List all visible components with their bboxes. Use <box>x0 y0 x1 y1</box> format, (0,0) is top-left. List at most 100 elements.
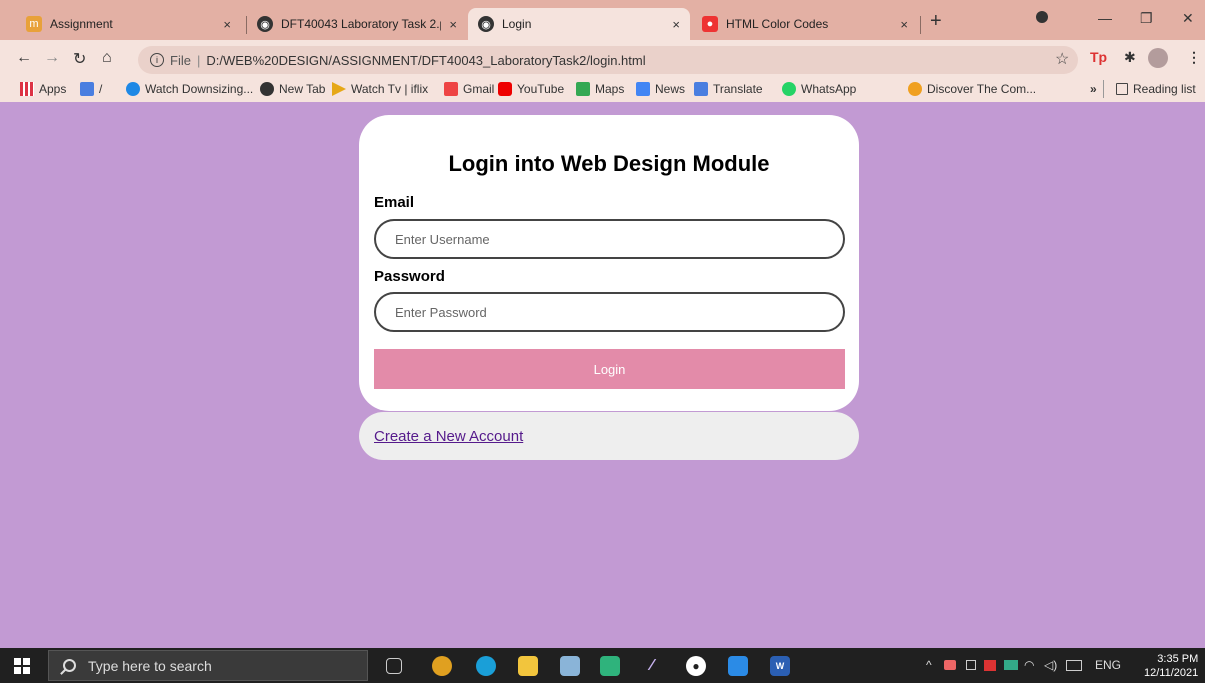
language-indicator[interactable]: ENG <box>1095 658 1121 672</box>
bookmark-label: Maps <box>595 82 625 96</box>
bookmark-watch-downsizing[interactable]: Watch Downsizing... <box>126 82 253 96</box>
clock-date: 12/11/2021 <box>1144 667 1199 679</box>
keyboard-icon[interactable] <box>1066 660 1082 671</box>
bookmark-label: / <box>99 82 103 96</box>
email-field[interactable] <box>374 219 845 259</box>
bookmark-label: Apps <box>39 82 67 96</box>
play-circle-icon <box>126 82 140 96</box>
tab-strip: m Assignment × ◉ DFT40043 Laboratory Tas… <box>0 0 1205 40</box>
windows-start-icon[interactable] <box>14 658 30 674</box>
bookmark-label: News <box>655 82 686 96</box>
play-icon <box>332 82 346 96</box>
close-icon[interactable]: × <box>449 17 457 32</box>
wifi-icon[interactable]: ◠ <box>1024 658 1034 672</box>
back-icon[interactable]: ← <box>16 49 32 67</box>
tab-html-color-codes[interactable]: ● HTML Color Codes × <box>692 8 918 40</box>
device-app-icon[interactable] <box>560 656 580 676</box>
close-icon[interactable]: × <box>672 17 680 32</box>
task-view-icon[interactable] <box>386 658 402 674</box>
bookmarks-overflow-button[interactable]: » <box>1090 82 1097 96</box>
tray-battery-icon[interactable] <box>1004 660 1018 670</box>
system-clock[interactable]: 3:35 PM 12/11/2021 <box>1144 652 1198 680</box>
bookmark-label: Discover The Com... <box>927 82 1037 96</box>
bookmark-translate-slash[interactable]: / <box>80 82 102 96</box>
create-account-link[interactable]: Create a New Account <box>374 428 523 445</box>
create-account-panel: Create a New Account <box>359 412 859 460</box>
password-field[interactable] <box>374 292 845 332</box>
tab-pdf[interactable]: ◉ DFT40043 Laboratory Task 2.pdf × <box>247 8 467 40</box>
bookmark-iflix[interactable]: Watch Tv | iflix <box>332 82 428 96</box>
gmail-icon <box>444 82 458 96</box>
tp-extension-icon[interactable]: Tp <box>1090 49 1107 65</box>
search-icon <box>63 659 76 672</box>
volume-icon[interactable]: ◁) <box>1044 658 1057 672</box>
profile-menu-icon[interactable] <box>1036 11 1048 23</box>
extensions-puzzle-icon[interactable]: ✱ <box>1124 49 1136 66</box>
bookmark-whatsapp[interactable]: WhatsApp <box>782 82 856 96</box>
bookmark-gmail[interactable]: Gmail <box>444 82 494 96</box>
tray-chevron-icon[interactable]: ^ <box>926 658 932 672</box>
discover-icon <box>908 82 922 96</box>
home-icon[interactable]: ⌂ <box>102 49 112 67</box>
tray-meet-icon[interactable] <box>966 660 976 670</box>
password-label: Password <box>374 268 445 285</box>
key-app-icon[interactable] <box>600 656 620 676</box>
file-explorer-icon[interactable] <box>518 656 538 676</box>
bookmark-discover[interactable]: Discover The Com... <box>908 82 1036 96</box>
edge-icon[interactable] <box>476 656 496 676</box>
tab-title: HTML Color Codes <box>726 17 829 31</box>
google-translate-icon <box>80 82 94 96</box>
bookmark-new-tab[interactable]: New Tab <box>260 82 325 96</box>
tab-assignment[interactable]: m Assignment × <box>16 8 241 40</box>
reload-icon[interactable]: ↻ <box>73 49 86 69</box>
html-color-codes-icon: ● <box>702 16 718 32</box>
login-button[interactable]: Login <box>374 349 845 389</box>
kebab-menu-icon[interactable]: ⋮ <box>1187 49 1201 66</box>
bookmarks-bar: Apps / Watch Downsizing... New Tab Watch… <box>0 78 1205 102</box>
bookmark-label: Watch Tv | iflix <box>351 82 429 96</box>
bookmark-star-icon[interactable]: ☆ <box>1055 49 1069 69</box>
bookmark-news[interactable]: News <box>636 82 685 96</box>
bookmark-maps[interactable]: Maps <box>576 82 624 96</box>
taskbar-search[interactable]: Type here to search <box>48 650 368 681</box>
tab-login[interactable]: ◉ Login × <box>468 8 690 40</box>
page-title: Login into Web Design Module <box>448 151 770 176</box>
chrome-icon[interactable] <box>432 656 452 676</box>
avatar[interactable] <box>1148 48 1168 68</box>
word-icon[interactable]: W <box>770 656 790 676</box>
bookmark-apps[interactable]: Apps <box>20 82 66 96</box>
close-icon[interactable]: × <box>900 17 908 32</box>
url-text[interactable]: D:/WEB%20DESIGN/ASSIGNMENT/DFT40043_Labo… <box>206 53 645 68</box>
address-separator: | <box>196 52 201 68</box>
github-icon[interactable]: ● <box>686 656 706 676</box>
forward-icon[interactable]: → <box>44 49 60 67</box>
translate-icon <box>694 82 708 96</box>
bookmark-label: New Tab <box>279 82 326 96</box>
close-icon[interactable]: × <box>223 17 231 32</box>
email-label: Email <box>374 194 415 211</box>
info-icon[interactable]: i <box>150 53 164 67</box>
globe-icon <box>260 82 274 96</box>
bookmark-youtube[interactable]: YouTube <box>498 82 564 96</box>
login-card: Login into Web Design Module Email Passw… <box>359 115 859 411</box>
reading-list-button[interactable]: Reading list <box>1116 82 1196 96</box>
window-close-icon[interactable]: ✕ <box>1182 10 1194 27</box>
restore-icon[interactable]: ❐ <box>1140 10 1153 27</box>
reading-list-label: Reading list <box>1133 82 1196 96</box>
new-tab-button[interactable]: + <box>930 11 942 31</box>
tray-b-icon[interactable] <box>984 660 996 671</box>
vscode-icon[interactable] <box>728 656 748 676</box>
whatsapp-icon <box>782 82 796 96</box>
bookmarks-divider <box>1103 80 1104 98</box>
feather-icon[interactable]: ⁄ <box>642 656 662 676</box>
apps-grid-icon <box>20 82 34 96</box>
minimize-icon[interactable]: — <box>1098 10 1112 26</box>
bookmark-translate[interactable]: Translate <box>694 82 763 96</box>
globe-icon: ◉ <box>257 16 273 32</box>
taskbar: Type here to search ⁄ ● W ^ ◠ ◁) ENG 3:3… <box>0 648 1205 683</box>
scheme-label: File <box>170 52 191 68</box>
tray-app-icon[interactable] <box>944 660 956 670</box>
youtube-icon <box>498 82 512 96</box>
address-bar[interactable]: i File | D:/WEB%20DESIGN/ASSIGNMENT/DFT4… <box>138 46 1078 74</box>
tab-title: Login <box>502 17 532 31</box>
